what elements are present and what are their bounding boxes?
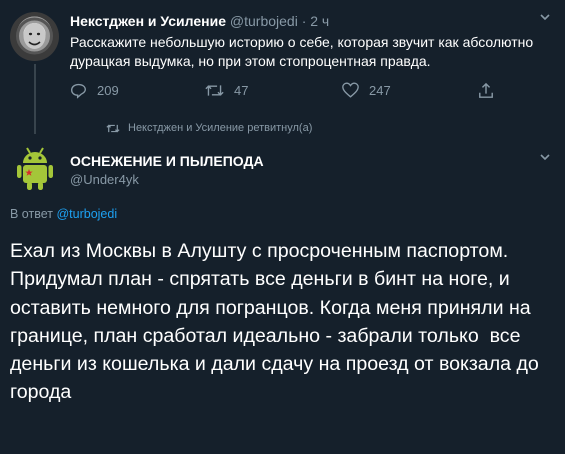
retweet-button[interactable]: 47 xyxy=(205,82,248,99)
retweet-count: 47 xyxy=(234,83,249,98)
like-count: 247 xyxy=(369,82,391,98)
parent-tweet-menu-chevron-down-icon[interactable] xyxy=(538,10,552,29)
reply-button[interactable]: 209 xyxy=(70,82,119,99)
reply-icon xyxy=(71,83,86,99)
reply-to-line: В ответ @turbojedi xyxy=(10,207,117,221)
share-icon xyxy=(479,82,493,98)
thread-connector-line xyxy=(34,64,36,134)
like-button[interactable]: 247 xyxy=(342,82,391,98)
main-author-handle[interactable]: @Under4yk xyxy=(70,172,139,187)
parent-author-avatar[interactable] xyxy=(10,12,59,61)
main-author-avatar[interactable] xyxy=(10,143,60,193)
retweet-notice[interactable]: Некстджен и Усиление ретвитнул(а) xyxy=(106,122,312,134)
reply-count: 209 xyxy=(97,83,119,98)
like-icon xyxy=(342,82,359,98)
parent-author-handle[interactable]: @turbojedi xyxy=(230,13,298,29)
share-button[interactable] xyxy=(478,82,494,99)
retweet-icon xyxy=(106,124,120,132)
reply-to-link[interactable]: @turbojedi xyxy=(56,207,117,221)
parent-author-name[interactable]: Некстджен и Усиление xyxy=(70,13,226,29)
parent-tweet-header: Некстджен и Усиление @turbojedi · 2 ч xyxy=(70,13,329,29)
astronaut-avatar-image xyxy=(16,17,53,55)
retweet-icon xyxy=(205,85,224,96)
parent-tweet-text: Расскажите небольшую историю о себе, кот… xyxy=(70,34,534,69)
retweet-notice-text: Некстджен и Усиление ретвитнул(а) xyxy=(128,122,313,134)
main-tweet-menu-chevron-down-icon[interactable] xyxy=(538,150,552,169)
parent-tweet-time[interactable]: · 2 ч xyxy=(302,13,330,29)
main-tweet-text: Ехал из Москвы в Алушту с просроченным п… xyxy=(10,240,545,404)
main-author-name[interactable]: ОСНЕЖЕНИЕ И ПЫЛЕПОДА xyxy=(70,153,264,169)
reply-to-prefix: В ответ xyxy=(10,207,53,221)
android-robot-avatar-image xyxy=(17,147,53,190)
